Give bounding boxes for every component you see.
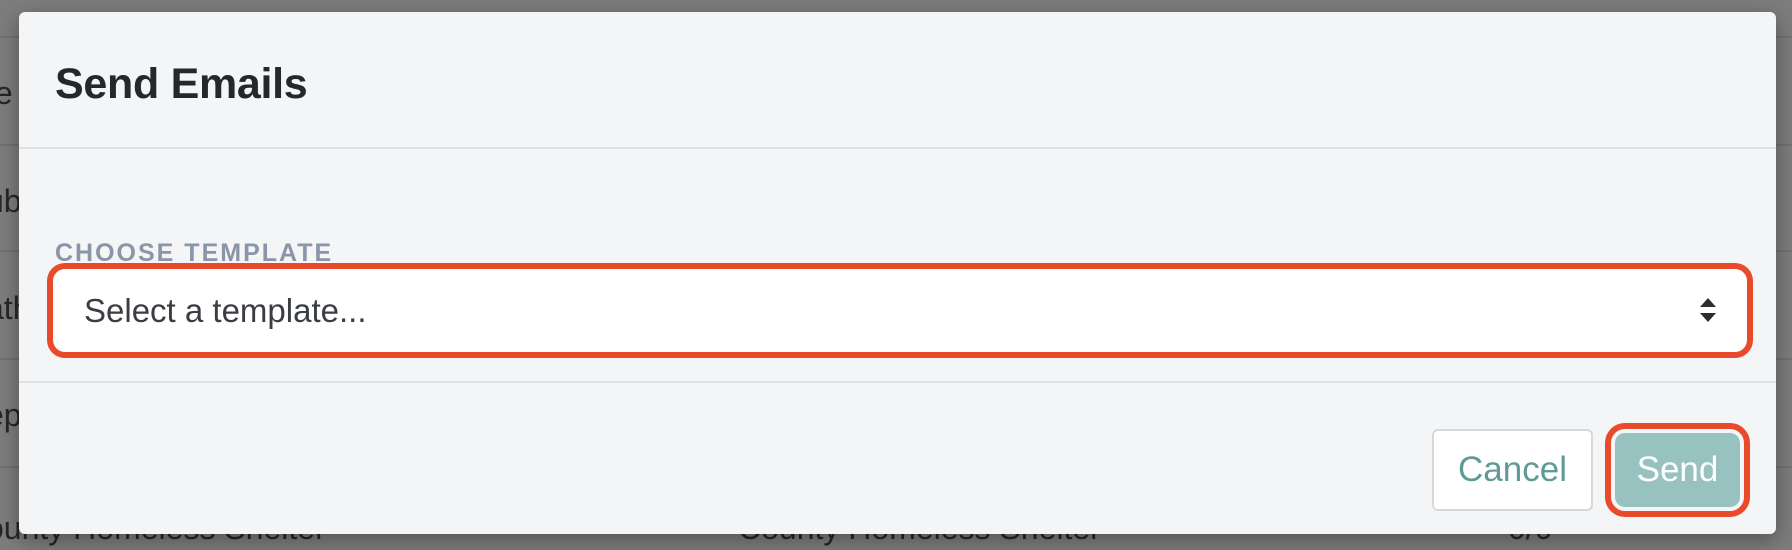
modal-header: Send Emails xyxy=(19,12,1776,149)
modal-body: CHOOSE TEMPLATE Select a template... xyxy=(19,151,1776,381)
sort-arrows-icon xyxy=(1699,295,1717,325)
send-emails-modal: Send Emails CHOOSE TEMPLATE Select a tem… xyxy=(19,12,1776,534)
send-button[interactable]: Send xyxy=(1615,433,1740,507)
cancel-button[interactable]: Cancel xyxy=(1432,429,1593,511)
modal-footer: Cancel Send xyxy=(19,381,1776,534)
template-select[interactable]: Select a template... xyxy=(57,273,1737,346)
template-select-highlight: Select a template... xyxy=(47,263,1753,358)
background-cell-text: te xyxy=(0,75,13,111)
send-button-highlight: Send xyxy=(1605,423,1750,517)
modal-title: Send Emails xyxy=(55,60,308,108)
template-select-value: Select a template... xyxy=(84,292,367,329)
